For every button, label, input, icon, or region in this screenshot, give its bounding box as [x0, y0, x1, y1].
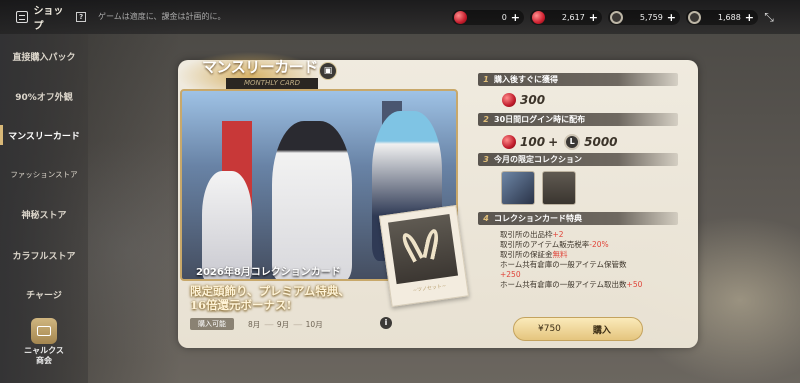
currency-gem-free: 0 + — [452, 10, 524, 25]
nyarukusu-label: ニャルクス — [24, 346, 64, 355]
card-title: マンスリーカード — [202, 58, 318, 76]
horn-item-polaroid: ~ツノセット~ — [378, 205, 470, 307]
month-1: 8月 — [248, 319, 261, 329]
sidebar-item-label: ファッションストア — [10, 169, 78, 179]
add-paid-gem-button[interactable]: + — [589, 12, 598, 23]
sidebar-item-label: マンスリーカード — [8, 131, 80, 142]
perk-item: 取引所のアイテム販売税率-20% — [500, 240, 609, 249]
red-gem-icon — [454, 11, 467, 24]
sidebar-item-monthly-card[interactable]: マンスリーカード — [0, 121, 88, 149]
token-icon — [688, 11, 701, 24]
reward-header-3: 3 今月の限定コレクション — [478, 153, 678, 166]
reward-title: 今月の限定コレクション — [494, 155, 582, 164]
top-bar: ショップ ? ゲームは適度に、課金は計画的に。 0 + 2,617 + 5,75… — [0, 0, 800, 34]
sidebar-item-label: チャージ — [26, 290, 62, 301]
sidebar-item-label: カラフルストア — [12, 251, 76, 262]
reward-number: 1 — [483, 75, 489, 84]
horn-image — [388, 214, 459, 285]
currency-token: 1,688 + — [686, 10, 758, 25]
add-gem-button[interactable]: + — [511, 12, 520, 23]
month-3: 10月 — [305, 319, 323, 329]
reward-header-2: 2 30日間ログイン時に配布 — [478, 113, 678, 126]
add-coin-button[interactable]: + — [667, 12, 676, 23]
gift-icon[interactable]: ▣ — [319, 62, 337, 80]
purchase-button[interactable]: ¥750 購入 — [513, 317, 643, 341]
coin-icon — [610, 11, 623, 24]
price-label: ¥750 — [538, 324, 561, 334]
shop-icon — [16, 11, 29, 23]
currency-coin: 5,759 + — [608, 10, 680, 25]
promo-text: 限定頭飾り、プレミアム特典、 16倍還元ボーナス! — [190, 284, 350, 312]
perk-list: 取引所の出品枠+2 取引所のアイテム販売税率-20% 取引所の保証金無料 ホーム… — [500, 230, 642, 290]
sidebar-item-label: 直接購入パック — [12, 52, 76, 63]
reward-title: 30日間ログイン時に配布 — [494, 115, 586, 124]
sidebar-item-direct-pack[interactable]: 直接購入パック — [0, 42, 88, 70]
sidebar-item-90off[interactable]: 90%オフ外観 — [0, 82, 88, 110]
reward-title: コレクションカード特典 — [494, 214, 582, 223]
reward-amount: 5000 — [584, 135, 618, 149]
buy-available-badge: 購入可能 — [190, 318, 234, 330]
reward-header-4: 4 コレクションカード特典 — [478, 212, 678, 225]
reward-amount: 100 — [520, 135, 546, 149]
divider: ----- — [293, 319, 302, 329]
perk-item: +250 — [500, 270, 521, 279]
reward-number: 3 — [483, 155, 489, 164]
purchase-months: 購入可能 8月 ----- 9月 ----- 10月 — [190, 317, 390, 331]
currency-value: 1,688 — [717, 13, 741, 22]
sidebar-item-mystic-store[interactable]: 神秘ストア — [0, 200, 88, 228]
currency-gem-paid: 2,617 + — [530, 10, 602, 25]
shop-tab[interactable]: ショップ ? — [0, 3, 86, 32]
card-subtitle: MONTHLY CARD — [226, 78, 318, 89]
notice-text: ゲームは適度に、課金は計画的に。 — [98, 12, 226, 21]
perk-item: ホーム共有倉庫の一般アイテム保管数 — [500, 260, 627, 269]
promo-line-1: 限定頭飾り、プレミアム特典、 — [190, 284, 350, 298]
help-icon[interactable]: ? — [76, 12, 86, 22]
currency-value: 0 — [501, 13, 507, 22]
currency-value: 5,759 — [639, 13, 663, 22]
reward-header-1: 1 購入後すぐに獲得 — [478, 73, 678, 86]
perk-item: 取引所の保証金無料 — [500, 250, 568, 259]
reward-2-value: 100 + L 5000 — [502, 134, 618, 150]
sidebar-item-fashion-store[interactable]: ファッションストア — [0, 160, 88, 188]
divider: ----- — [264, 319, 273, 329]
red-gem-icon — [502, 93, 516, 107]
perk-item: 取引所の出品枠+2 — [500, 230, 564, 239]
reward-amount: 300 — [520, 93, 546, 107]
buy-label: 購入 — [592, 325, 611, 336]
nyarukusu-shop-button[interactable]: ニャルクス 商会 — [0, 318, 88, 376]
red-gem-icon — [532, 11, 545, 24]
info-icon[interactable]: i — [380, 317, 392, 329]
month-2: 9月 — [276, 319, 290, 329]
reward-title: 購入後すぐに獲得 — [494, 75, 558, 84]
character-center — [272, 121, 352, 279]
horn-item-thumb[interactable] — [542, 171, 576, 205]
sidebar-item-label: 90%オフ外観 — [15, 92, 73, 103]
shrink-icon[interactable]: ⤡ — [762, 10, 776, 24]
coin-icon: L — [564, 134, 581, 150]
art-caption: 2026年8月コレクションカード — [196, 267, 341, 278]
add-token-button[interactable]: + — [745, 12, 754, 23]
plus-sign: + — [548, 135, 559, 149]
shop-label: ショップ — [33, 6, 64, 32]
reward-number: 4 — [483, 214, 489, 223]
sidebar-item-charge[interactable]: チャージ — [0, 280, 88, 308]
nyarukusu-sublabel: 商会 — [36, 356, 52, 365]
sidebar-item-colorful-store[interactable]: カラフルストア — [0, 241, 88, 269]
promo-line-2: 16倍還元ボーナス! — [190, 298, 292, 312]
red-gem-icon — [502, 135, 516, 149]
collection-card-thumb[interactable] — [501, 171, 535, 205]
store-icon — [31, 318, 57, 344]
currency-value: 2,617 — [561, 13, 585, 22]
perk-item: ホーム共有倉庫の一般アイテム取出数+50 — [500, 280, 643, 289]
reward-number: 2 — [483, 115, 489, 124]
reward-1-value: 300 — [502, 93, 545, 107]
sidebar-item-label: 神秘ストア — [21, 210, 67, 221]
